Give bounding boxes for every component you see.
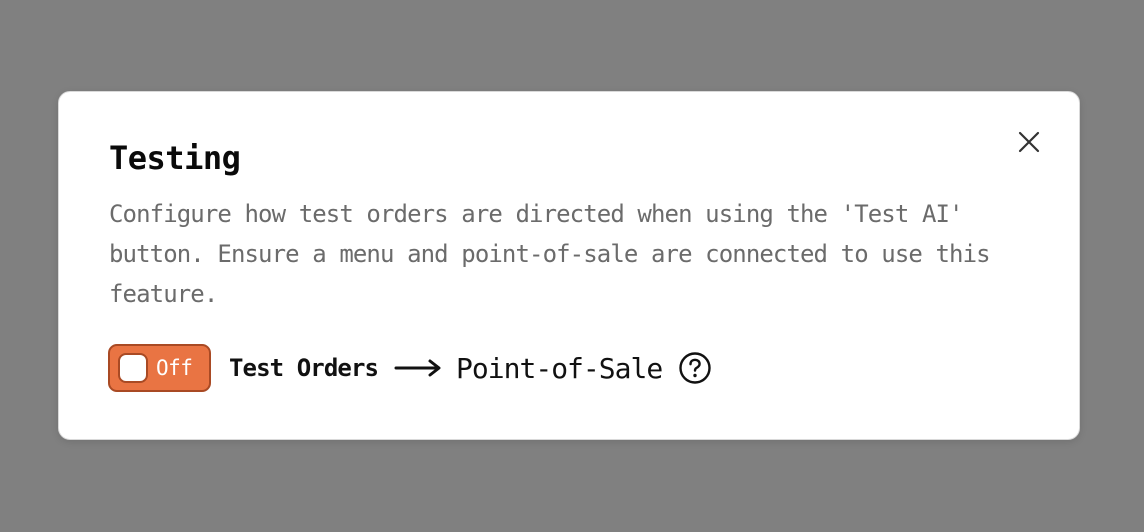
dialog-description: Configure how test orders are directed w… [109,200,991,308]
test-orders-routing-row: Off Test Orders Point-of-Sale [108,344,712,392]
testing-dialog: Testing Configure how test orders are di… [58,91,1080,440]
close-button[interactable] [1015,128,1043,156]
question-circle-icon[interactable] [678,351,712,385]
test-orders-toggle[interactable]: Off [108,344,211,392]
arrow-right-icon [394,358,442,378]
dialog-title: Testing [109,139,241,177]
toggle-state-label: Off [156,356,193,380]
close-icon [1018,131,1040,153]
source-label: Test Orders [229,354,379,382]
destination-label: Point-of-Sale [456,351,663,385]
toggle-knob[interactable] [118,353,148,383]
